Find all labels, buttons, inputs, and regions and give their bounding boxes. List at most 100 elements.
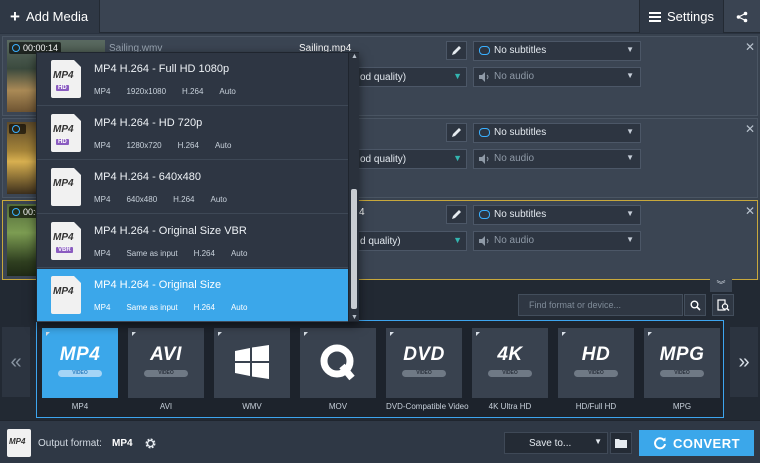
logo-subtext: VIDEO bbox=[144, 370, 188, 377]
avi-logo: AVI bbox=[150, 344, 182, 365]
edit-button[interactable] bbox=[446, 205, 467, 224]
scroll-up-arrow-icon[interactable]: ▲ bbox=[350, 53, 359, 60]
format-label: MP4 bbox=[71, 402, 89, 411]
output-filename[interactable]: 4 bbox=[359, 207, 365, 218]
subtitles-select[interactable]: No subtitles ▼ bbox=[473, 205, 641, 225]
preset-container: MP4 bbox=[94, 195, 111, 204]
audio-value: No audio bbox=[494, 235, 535, 246]
pencil-icon bbox=[452, 210, 461, 219]
add-media-button[interactable]: + Add Media bbox=[0, 0, 100, 33]
preset-item[interactable]: MP4 HD MP4 H.264 - HD 720p MP4 1280x720 H.2… bbox=[37, 107, 348, 160]
preset-details: MP4 640x480 H.264 Auto bbox=[94, 195, 243, 204]
quality-value: od quality) bbox=[360, 154, 407, 165]
scroll-formats-left-button[interactable]: « bbox=[2, 327, 30, 397]
preset-container: MP4 bbox=[94, 249, 111, 258]
subtitles-value: No subtitles bbox=[494, 45, 547, 56]
preset-container: MP4 bbox=[94, 303, 111, 312]
convert-button[interactable]: CONVERT bbox=[639, 430, 754, 456]
save-to-select[interactable]: Save to... ▼ bbox=[504, 432, 608, 454]
speaker-icon bbox=[479, 72, 489, 82]
pencil-icon bbox=[452, 128, 461, 137]
format-label: 4K Ultra HD bbox=[488, 402, 532, 411]
preset-details: MP4 1280x720 H.264 Auto bbox=[94, 141, 247, 150]
quality-select[interactable]: d quality) ▼ bbox=[353, 231, 467, 251]
preset-item[interactable]: MP4 HD MP4 H.264 - Full HD 1080p MP4 1920x… bbox=[37, 53, 348, 106]
dvd-logo: DVD bbox=[403, 344, 445, 365]
output-format-value: MP4 bbox=[112, 438, 133, 449]
preset-resolution: Same as input bbox=[126, 303, 178, 312]
preset-audio: Auto bbox=[219, 87, 236, 96]
detect-device-button[interactable] bbox=[712, 294, 734, 316]
edit-button[interactable] bbox=[446, 123, 467, 142]
remove-file-icon[interactable]: ✕ bbox=[745, 122, 755, 136]
chevron-down-icon: ▼ bbox=[626, 71, 634, 80]
scrollbar-thumb[interactable] bbox=[351, 189, 357, 309]
format-tile-mpg[interactable]: MPG VIDEO bbox=[644, 328, 720, 398]
format-tile-dvd[interactable]: DVD VIDEO bbox=[386, 328, 462, 398]
convert-label: CONVERT bbox=[672, 435, 741, 451]
preset-details: MP4 Same as input H.264 Auto bbox=[94, 303, 263, 312]
subtitles-icon bbox=[479, 128, 490, 137]
scroll-down-arrow-icon[interactable]: ▼ bbox=[350, 314, 359, 321]
format-tile-4k[interactable]: 4K VIDEO bbox=[472, 328, 548, 398]
subtitles-select[interactable]: No subtitles ▼ bbox=[473, 123, 641, 143]
top-toolbar: + Add Media Settings bbox=[0, 0, 760, 33]
quality-select[interactable]: od quality) ▼ bbox=[353, 149, 467, 169]
preset-codec: H.264 bbox=[193, 303, 215, 312]
chevron-right-icon: » bbox=[738, 350, 750, 373]
edit-button[interactable] bbox=[446, 41, 467, 60]
preset-resolution: 1280x720 bbox=[126, 141, 162, 150]
format-tile-mov[interactable] bbox=[300, 328, 376, 398]
clock-icon bbox=[12, 125, 20, 133]
subtitles-icon bbox=[479, 46, 490, 55]
open-folder-button[interactable] bbox=[610, 432, 632, 454]
format-tile-hd[interactable]: HD VIDEO bbox=[558, 328, 634, 398]
logo-subtext: VIDEO bbox=[58, 370, 102, 377]
output-settings-button[interactable] bbox=[140, 433, 160, 453]
menu-icon bbox=[649, 10, 661, 24]
clock-icon bbox=[12, 208, 20, 216]
file-icon-text: MP4 bbox=[53, 178, 74, 189]
search-button[interactable] bbox=[684, 294, 706, 316]
file-icon-text: MP4 bbox=[9, 437, 26, 446]
preset-dropdown: MP4 HD MP4 H.264 - Full HD 1080p MP4 1920x… bbox=[36, 52, 359, 322]
preset-item-selected[interactable]: MP4 MP4 H.264 - Original Size MP4 Same as… bbox=[37, 269, 348, 322]
pencil-icon bbox=[452, 46, 461, 55]
preset-item[interactable]: MP4 VBR MP4 H.264 - Original Size VBR MP4… bbox=[37, 215, 348, 268]
output-format-file-icon: MP4 bbox=[7, 429, 31, 457]
mp4-logo: MP4 bbox=[59, 344, 101, 365]
output-format-label: Output format: bbox=[38, 438, 102, 449]
quality-select[interactable]: od quality) ▼ bbox=[353, 67, 467, 87]
audio-select[interactable]: No audio ▼ bbox=[473, 67, 641, 87]
audio-value: No audio bbox=[494, 153, 535, 164]
preset-codec: H.264 bbox=[182, 87, 204, 96]
quicktime-icon bbox=[300, 342, 376, 387]
format-label: AVI bbox=[159, 402, 173, 411]
preset-name: MP4 H.264 - Original Size VBR bbox=[94, 225, 247, 237]
format-tile-wmv[interactable] bbox=[214, 328, 290, 398]
format-tile-avi[interactable]: AVI VIDEO bbox=[128, 328, 204, 398]
dropdown-scrollbar[interactable]: ▲ ▼ bbox=[348, 53, 359, 321]
audio-select[interactable]: No audio ▼ bbox=[473, 231, 641, 251]
remove-file-icon[interactable]: ✕ bbox=[745, 204, 755, 218]
preset-codec: H.264 bbox=[193, 249, 215, 258]
remove-file-icon[interactable]: ✕ bbox=[745, 40, 755, 54]
subtitles-value: No subtitles bbox=[494, 127, 547, 138]
file-icon-text: MP4 bbox=[53, 232, 74, 243]
settings-button[interactable]: Settings bbox=[639, 0, 723, 33]
scroll-formats-right-button[interactable]: » bbox=[730, 327, 758, 397]
settings-label: Settings bbox=[667, 9, 714, 24]
preset-item[interactable]: MP4 MP4 H.264 - 640x480 MP4 640x480 H.264 A… bbox=[37, 161, 348, 214]
file-icon-text: MP4 bbox=[53, 286, 74, 297]
audio-select[interactable]: No audio ▼ bbox=[473, 149, 641, 169]
subtitles-select[interactable]: No subtitles ▼ bbox=[473, 41, 641, 61]
format-tile-mp4[interactable]: MP4 VIDEO bbox=[42, 328, 118, 398]
preset-codec: H.264 bbox=[177, 141, 199, 150]
logo-subtext: VIDEO bbox=[488, 370, 532, 377]
format-search-input[interactable]: Find format or device... bbox=[518, 294, 683, 316]
mp4-file-icon: MP4 VBR bbox=[51, 222, 81, 260]
collapse-panel-button[interactable]: ︾ bbox=[710, 279, 732, 292]
file-icon-text: MP4 bbox=[53, 124, 74, 135]
speaker-icon bbox=[479, 154, 489, 164]
share-button[interactable] bbox=[723, 0, 760, 33]
